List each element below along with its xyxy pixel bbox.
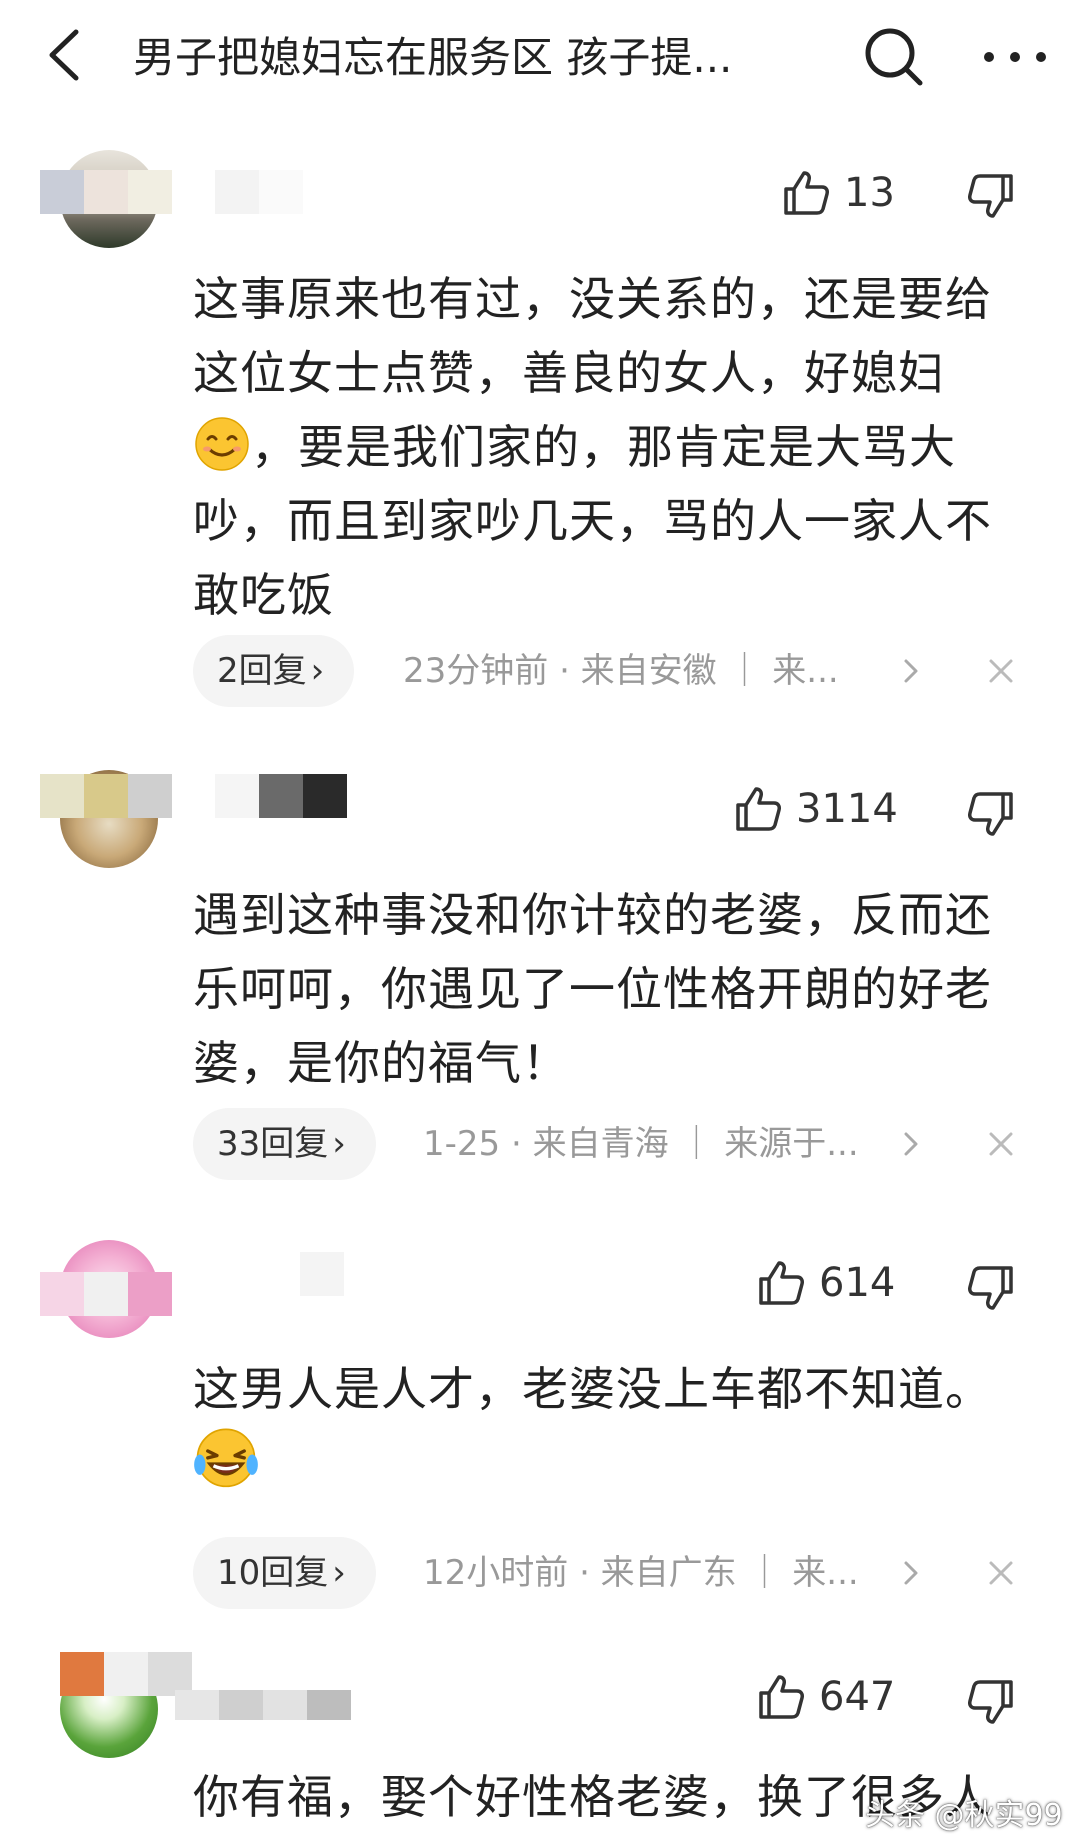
chevron-right-icon[interactable] bbox=[893, 1555, 929, 1591]
close-icon[interactable] bbox=[983, 1126, 1019, 1162]
comment-meta: 10回复 › 12小时前 · 来自广东 ｜ 来... bbox=[193, 1537, 1023, 1609]
like-button[interactable]: 647 bbox=[755, 1667, 895, 1727]
close-icon[interactable] bbox=[983, 653, 1019, 689]
comment-time-location: 12小时前 · 来自广东 ｜ 来... bbox=[423, 1553, 859, 1593]
thumbs-down-icon[interactable] bbox=[965, 788, 1017, 840]
comment-meta: 2回复 › 23分钟前 · 来自安徽 ｜ 来... bbox=[193, 635, 1023, 707]
thumbs-up-icon bbox=[784, 171, 829, 215]
thumbs-down-icon[interactable] bbox=[965, 170, 1017, 222]
close-icon[interactable] bbox=[983, 1555, 1019, 1591]
thumbs-up-icon bbox=[736, 787, 781, 831]
laugh-cry-emoji bbox=[194, 1428, 258, 1488]
comment-text: 这事原来也有过，没关系的，还是要给 这位女士点赞，善良的女人，好媳妇 ，要是我们… bbox=[193, 272, 992, 622]
username-mosaic bbox=[40, 1272, 172, 1316]
like-count: 13 bbox=[844, 170, 895, 216]
username-mosaic bbox=[40, 170, 172, 214]
top-bar: 男子把媳妇忘在服务区 孩子提... bbox=[0, 0, 1077, 110]
chevron-left-icon bbox=[49, 29, 79, 81]
username-mosaic bbox=[215, 170, 303, 214]
reply-button[interactable]: 10回复 › bbox=[193, 1537, 376, 1609]
username-mosaic bbox=[40, 774, 172, 818]
reply-button[interactable]: 33回复 › bbox=[193, 1108, 376, 1180]
comment-time-location: 23分钟前 · 来自安徽 ｜ 来... bbox=[403, 651, 839, 691]
comment-meta: 33回复 › 1-25 · 来自青海 ｜ 来源于... bbox=[193, 1108, 1023, 1180]
more-button[interactable] bbox=[975, 22, 1055, 92]
search-button[interactable] bbox=[858, 22, 928, 92]
watermark: 头条 @秋实99 bbox=[865, 1798, 1063, 1833]
like-button[interactable]: 3114 bbox=[732, 779, 898, 839]
comment-text: 这男人是人才，老婆没上车都不知道。 bbox=[193, 1352, 1023, 1503]
chevron-right-icon[interactable] bbox=[893, 1126, 929, 1162]
like-button[interactable]: 13 bbox=[780, 163, 895, 223]
chevron-right-icon[interactable] bbox=[893, 653, 929, 689]
search-icon bbox=[865, 28, 923, 86]
smile-emoji bbox=[195, 417, 249, 471]
like-count: 3114 bbox=[796, 786, 898, 832]
like-count: 647 bbox=[819, 1674, 896, 1720]
comment-time-location: 1-25 · 来自青海 ｜ 来源于... bbox=[423, 1124, 859, 1164]
thumbs-up-icon bbox=[759, 1261, 804, 1305]
username-mosaic bbox=[60, 1652, 192, 1696]
thumbs-down-icon[interactable] bbox=[965, 1676, 1017, 1728]
comment-text: 遇到这种事没和你计较的老婆，反而还 乐呵呵，你遇见了一位性格开朗的好老 婆，是你… bbox=[193, 888, 992, 1090]
more-dots-icon bbox=[984, 52, 1046, 62]
like-button[interactable]: 614 bbox=[755, 1253, 895, 1313]
username-mosaic bbox=[215, 774, 347, 818]
page-title: 男子把媳妇忘在服务区 孩子提... bbox=[133, 33, 733, 82]
like-count: 614 bbox=[819, 1260, 896, 1306]
username-mosaic bbox=[175, 1690, 351, 1720]
username-mosaic bbox=[300, 1252, 344, 1296]
reply-button[interactable]: 2回复 › bbox=[193, 635, 355, 707]
thumbs-down-icon[interactable] bbox=[965, 1262, 1017, 1314]
back-button[interactable] bbox=[38, 20, 98, 90]
thumbs-up-icon bbox=[759, 1675, 804, 1719]
